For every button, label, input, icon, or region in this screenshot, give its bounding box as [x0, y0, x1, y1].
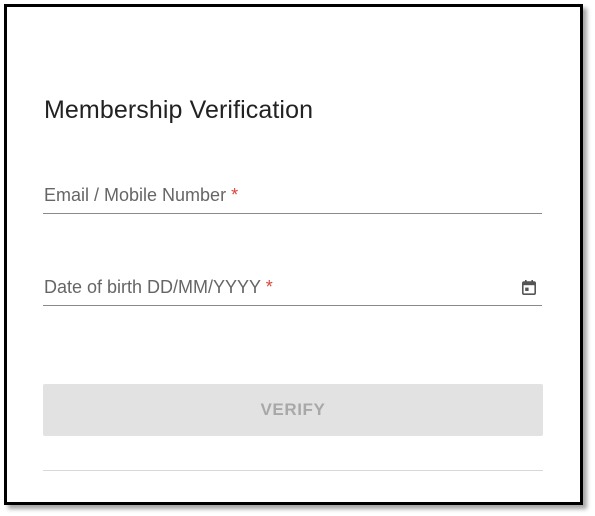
date-of-birth-underline [43, 305, 542, 306]
date-of-birth-label-text: Date of birth DD/MM/YYYY [44, 277, 261, 297]
required-asterisk: * [265, 277, 273, 297]
date-of-birth-label: Date of birth DD/MM/YYYY * [44, 277, 273, 298]
email-mobile-field[interactable]: Email / Mobile Number * [43, 180, 542, 220]
calendar-icon[interactable] [522, 280, 536, 295]
email-mobile-label-text: Email / Mobile Number [44, 185, 227, 205]
date-of-birth-field[interactable]: Date of birth DD/MM/YYYY * [43, 272, 542, 312]
verify-button[interactable]: VERIFY [43, 384, 543, 436]
email-mobile-underline [43, 213, 542, 214]
form-title: Membership Verification [44, 96, 314, 124]
screenshot-frame: Membership Verification Email / Mobile N… [0, 0, 595, 516]
required-asterisk: * [231, 185, 239, 205]
bottom-divider [43, 470, 543, 471]
email-mobile-label: Email / Mobile Number * [44, 185, 238, 206]
